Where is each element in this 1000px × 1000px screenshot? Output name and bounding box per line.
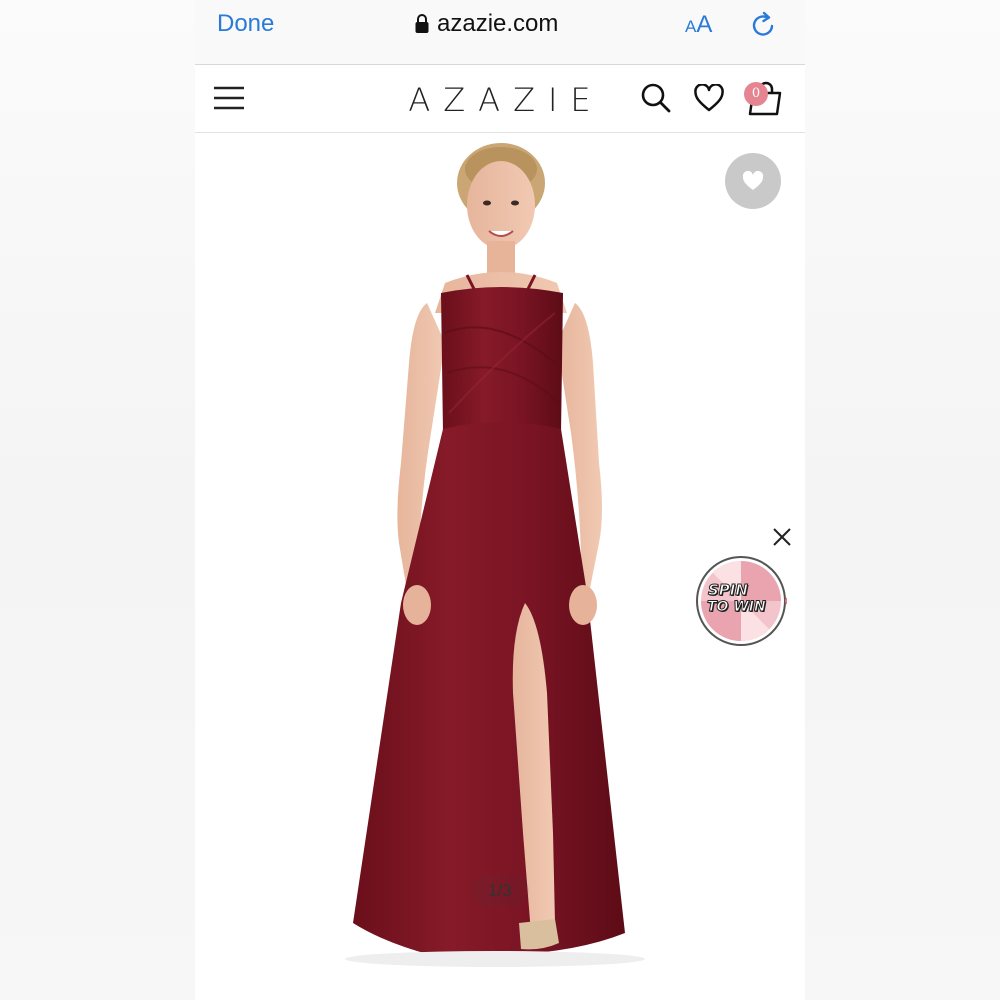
search-icon[interactable]	[641, 83, 671, 113]
reload-icon[interactable]	[750, 11, 778, 39]
spin-label: SPIN	[708, 581, 749, 600]
product-gallery[interactable]: SPIN TO WIN 1/3	[195, 133, 805, 1000]
heart-icon[interactable]	[694, 84, 724, 112]
phone-screen: Done azazie.com AA AZAZIE 0 SPIN TO WIN …	[195, 0, 805, 1000]
cart-count-badge: 0	[744, 82, 768, 106]
text-size-button[interactable]: AA	[685, 11, 712, 39]
site-header: AZAZIE 0	[195, 65, 805, 133]
heart-filled-icon	[742, 171, 764, 190]
text-size-large-label: A	[696, 11, 713, 38]
address-bar[interactable]: azazie.com	[415, 10, 558, 38]
close-icon[interactable]	[771, 526, 793, 548]
background-left	[0, 0, 195, 1000]
url-text: azazie.com	[437, 10, 559, 37]
wishlist-button[interactable]	[725, 153, 781, 209]
image-pager: 1/3	[471, 875, 529, 907]
browser-toolbar: Done azazie.com AA	[195, 0, 805, 65]
to-win-label: TO WIN	[707, 599, 767, 616]
lock-icon	[415, 14, 429, 33]
done-button[interactable]: Done	[217, 10, 274, 38]
background-right	[805, 0, 1000, 1000]
text-size-small-label: A	[685, 17, 697, 36]
